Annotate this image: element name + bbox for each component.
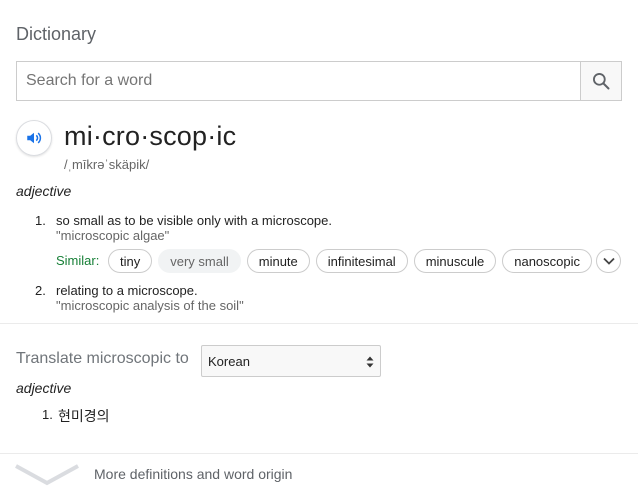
chevron-down-icon	[602, 257, 615, 265]
more-similar-button[interactable]	[596, 249, 621, 273]
expand-chevron-icon	[15, 464, 79, 486]
similar-chip-infinitesimal[interactable]: infinitesimal	[315, 249, 408, 273]
sense-number: 1.	[35, 213, 46, 228]
similar-chip-very-small[interactable]: very small	[158, 249, 241, 273]
similar-label: Similar:	[56, 253, 100, 268]
part-of-speech: adjective	[16, 183, 72, 199]
pronunciation: /ˌmīkrəˈskäpik/	[64, 157, 150, 172]
sense-example: "microscopic analysis of the soil"	[56, 298, 244, 313]
similar-chip-tiny[interactable]: tiny	[108, 249, 153, 273]
similar-words: tiny very small minute infinitesimal min…	[108, 249, 593, 273]
sense-definition: so small as to be visible only with a mi…	[56, 213, 333, 228]
translation-word: 현미경의	[58, 408, 110, 424]
translate-label: Translate microscopic to	[16, 350, 189, 367]
headword: mi·cro·scop·ic	[64, 121, 237, 151]
search-bar	[16, 61, 622, 101]
speaker-icon	[27, 132, 42, 144]
search-input[interactable]	[17, 62, 580, 100]
sense-example: "microscopic algae"	[56, 228, 170, 243]
pronunciation-audio-button[interactable]	[16, 120, 52, 156]
similar-chip-minute[interactable]: minute	[246, 249, 310, 273]
similar-chip-nanoscopic[interactable]: nanoscopic	[502, 249, 593, 273]
sense-number: 2.	[35, 283, 46, 298]
translate-part-of-speech: adjective	[16, 380, 72, 396]
sense-definition: relating to a microscope.	[56, 283, 198, 298]
more-definitions-button[interactable]: More definitions and word origin	[0, 454, 638, 494]
language-select[interactable]: Korean	[201, 345, 381, 377]
translation-number: 1.	[42, 407, 53, 422]
selected-language: Korean	[208, 353, 250, 369]
search-button[interactable]	[580, 62, 621, 100]
select-arrows-icon	[366, 356, 374, 368]
more-definitions-label: More definitions and word origin	[94, 466, 293, 482]
search-icon	[593, 73, 610, 90]
dictionary-title: Dictionary	[16, 24, 97, 44]
divider	[0, 323, 638, 324]
similar-chip-minuscule[interactable]: minuscule	[413, 249, 497, 273]
